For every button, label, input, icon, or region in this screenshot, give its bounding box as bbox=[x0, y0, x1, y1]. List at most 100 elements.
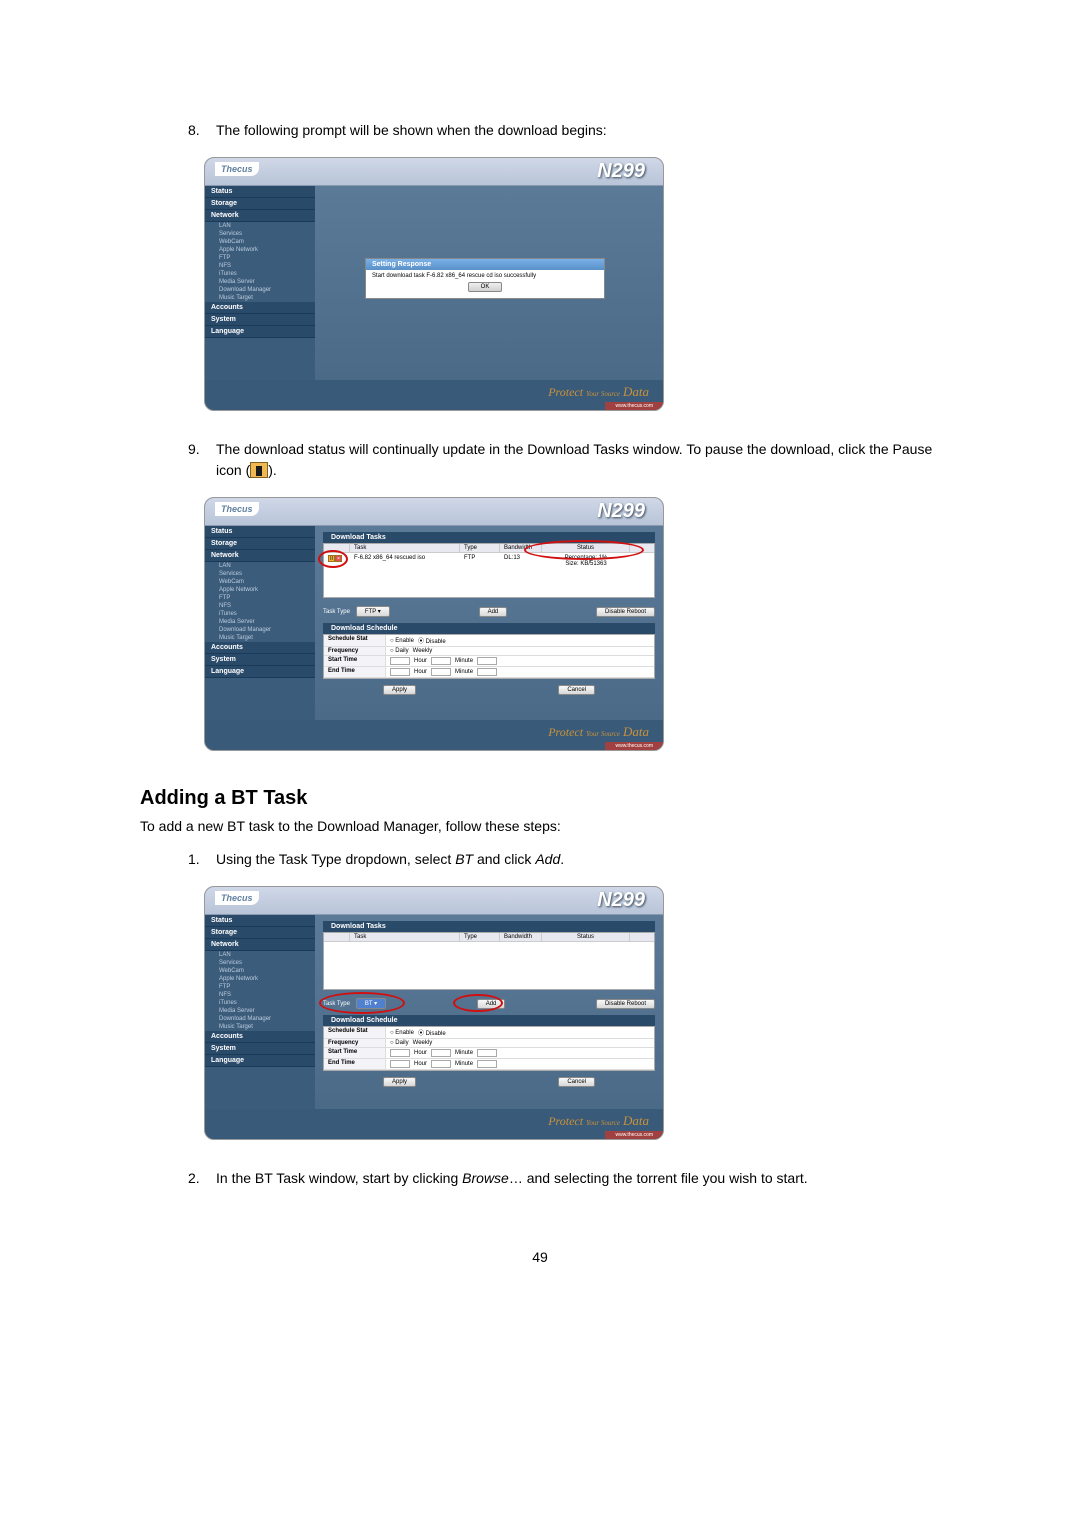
bt-section-heading: Adding a BT Task bbox=[140, 787, 940, 810]
footer-data: Data bbox=[623, 724, 649, 739]
sidebar-item-ftp[interactable]: FTP bbox=[205, 594, 315, 602]
start-day-input[interactable] bbox=[390, 657, 410, 665]
col-task: Task bbox=[350, 544, 460, 552]
callout-circle-tasktype bbox=[319, 992, 405, 1014]
sidebar-item-nfs[interactable]: NFS bbox=[205, 262, 315, 270]
task-controls: Task Type FTP ▾ Add Disable Reboot bbox=[323, 606, 655, 617]
apply-button[interactable]: Apply bbox=[383, 685, 416, 695]
end-min-input[interactable] bbox=[477, 1060, 497, 1068]
bt-intro: To add a new BT task to the Download Man… bbox=[140, 816, 940, 837]
list-number: 9. bbox=[188, 439, 216, 481]
sidebar-item-media[interactable]: Media Server bbox=[205, 278, 315, 286]
sidebar-item-webcam[interactable]: WebCam bbox=[205, 967, 315, 975]
end-day-input[interactable] bbox=[390, 1060, 410, 1068]
dialog-title: Setting Response bbox=[366, 259, 604, 270]
col-task: Task bbox=[350, 933, 460, 941]
sidebar-item-lan[interactable]: LAN bbox=[205, 562, 315, 570]
sidebar-header-language[interactable]: Language bbox=[205, 326, 315, 338]
start-hour-input[interactable] bbox=[431, 1049, 451, 1057]
logo-thecus: Thecus bbox=[215, 891, 259, 905]
start-hour-input[interactable] bbox=[431, 657, 451, 665]
sidebar-header-system[interactable]: System bbox=[205, 654, 315, 666]
sidebar-item-services[interactable]: Services bbox=[205, 959, 315, 967]
sidebar-item-download[interactable]: Download Manager bbox=[205, 286, 315, 294]
start-day-input[interactable] bbox=[390, 1049, 410, 1057]
download-schedule-title: Download Schedule bbox=[323, 1015, 655, 1026]
sidebar-item-lan[interactable]: LAN bbox=[205, 222, 315, 230]
disable-radio[interactable]: Disable bbox=[426, 1031, 446, 1037]
sidebar-item-ftp[interactable]: FTP bbox=[205, 983, 315, 991]
disable-reboot-button[interactable]: Disable Reboot bbox=[596, 999, 655, 1009]
sidebar-item-itunes[interactable]: iTunes bbox=[205, 999, 315, 1007]
footer-url[interactable]: www.thecus.com bbox=[605, 402, 663, 410]
sidebar-item-download[interactable]: Download Manager bbox=[205, 626, 315, 634]
sidebar-header-storage[interactable]: Storage bbox=[205, 538, 315, 550]
sidebar-item-lan[interactable]: LAN bbox=[205, 951, 315, 959]
end-min-input[interactable] bbox=[477, 668, 497, 676]
sidebar-item-media[interactable]: Media Server bbox=[205, 618, 315, 626]
sidebar-item-itunes[interactable]: iTunes bbox=[205, 610, 315, 618]
enable-radio[interactable]: Enable bbox=[395, 638, 414, 644]
sidebar-item-services[interactable]: Services bbox=[205, 570, 315, 578]
daily-radio[interactable]: Daily bbox=[395, 1040, 408, 1046]
enable-radio[interactable]: Enable bbox=[395, 1030, 414, 1036]
callout-circle-pause bbox=[318, 550, 348, 568]
sidebar-item-nfs[interactable]: NFS bbox=[205, 602, 315, 610]
sidebar-item-download[interactable]: Download Manager bbox=[205, 1015, 315, 1023]
action-buttons: Apply Cancel bbox=[323, 1075, 655, 1089]
weekly-radio[interactable]: Weekly bbox=[413, 648, 433, 654]
sidebar-header-status[interactable]: Status bbox=[205, 186, 315, 198]
sidebar-item-services[interactable]: Services bbox=[205, 230, 315, 238]
sidebar-item-apple[interactable]: Apple Network bbox=[205, 246, 315, 254]
sidebar-header-network[interactable]: Network bbox=[205, 939, 315, 951]
end-day-input[interactable] bbox=[390, 668, 410, 676]
ok-button[interactable]: OK bbox=[468, 282, 503, 292]
footer-url[interactable]: www.thecus.com bbox=[605, 1131, 663, 1139]
sidebar-item-ftp[interactable]: FTP bbox=[205, 254, 315, 262]
footer-small: Your Source bbox=[586, 730, 620, 738]
add-button[interactable]: Add bbox=[479, 607, 508, 617]
disable-reboot-button[interactable]: Disable Reboot bbox=[596, 607, 655, 617]
sidebar-header-network[interactable]: Network bbox=[205, 210, 315, 222]
daily-radio[interactable]: Daily bbox=[395, 648, 408, 654]
footer-url[interactable]: www.thecus.com bbox=[605, 742, 663, 750]
apply-button[interactable]: Apply bbox=[383, 1077, 416, 1087]
sidebar-header-accounts[interactable]: Accounts bbox=[205, 642, 315, 654]
sidebar-item-music[interactable]: Music Target bbox=[205, 1023, 315, 1031]
task-type-select[interactable]: FTP ▾ bbox=[356, 606, 390, 617]
sidebar-item-webcam[interactable]: WebCam bbox=[205, 238, 315, 246]
sidebar-item-music[interactable]: Music Target bbox=[205, 294, 315, 302]
sidebar-header-system[interactable]: System bbox=[205, 314, 315, 326]
sidebar-header-language[interactable]: Language bbox=[205, 666, 315, 678]
sidebar-header-accounts[interactable]: Accounts bbox=[205, 1031, 315, 1043]
task-type-label: Task Type bbox=[323, 609, 350, 615]
end-hour-input[interactable] bbox=[431, 1060, 451, 1068]
admin-header: Thecus N299 bbox=[205, 158, 663, 186]
sidebar-header-network[interactable]: Network bbox=[205, 550, 315, 562]
sidebar-header-system[interactable]: System bbox=[205, 1043, 315, 1055]
weekly-radio[interactable]: Weekly bbox=[413, 1040, 433, 1046]
sidebar-header-status[interactable]: Status bbox=[205, 915, 315, 927]
sidebar-item-nfs[interactable]: NFS bbox=[205, 991, 315, 999]
sidebar-header-status[interactable]: Status bbox=[205, 526, 315, 538]
cancel-button[interactable]: Cancel bbox=[558, 1077, 595, 1087]
sidebar-item-music[interactable]: Music Target bbox=[205, 634, 315, 642]
pause-icon bbox=[250, 462, 268, 478]
cancel-button[interactable]: Cancel bbox=[558, 685, 595, 695]
sidebar-item-itunes[interactable]: iTunes bbox=[205, 270, 315, 278]
sidebar-item-webcam[interactable]: WebCam bbox=[205, 578, 315, 586]
sidebar-item-media[interactable]: Media Server bbox=[205, 1007, 315, 1015]
sidebar-header-storage[interactable]: Storage bbox=[205, 198, 315, 210]
col-type: Type bbox=[460, 544, 500, 552]
start-min-input[interactable] bbox=[477, 657, 497, 665]
download-tasks-title: Download Tasks bbox=[323, 921, 655, 932]
sidebar-header-storage[interactable]: Storage bbox=[205, 927, 315, 939]
sidebar-header-language[interactable]: Language bbox=[205, 1055, 315, 1067]
sidebar-item-apple[interactable]: Apple Network bbox=[205, 586, 315, 594]
start-min-input[interactable] bbox=[477, 1049, 497, 1057]
sidebar-item-apple[interactable]: Apple Network bbox=[205, 975, 315, 983]
end-hour-input[interactable] bbox=[431, 668, 451, 676]
sidebar-header-accounts[interactable]: Accounts bbox=[205, 302, 315, 314]
disable-radio[interactable]: Disable bbox=[426, 639, 446, 645]
list-text: In the BT Task window, start by clicking… bbox=[216, 1168, 940, 1189]
